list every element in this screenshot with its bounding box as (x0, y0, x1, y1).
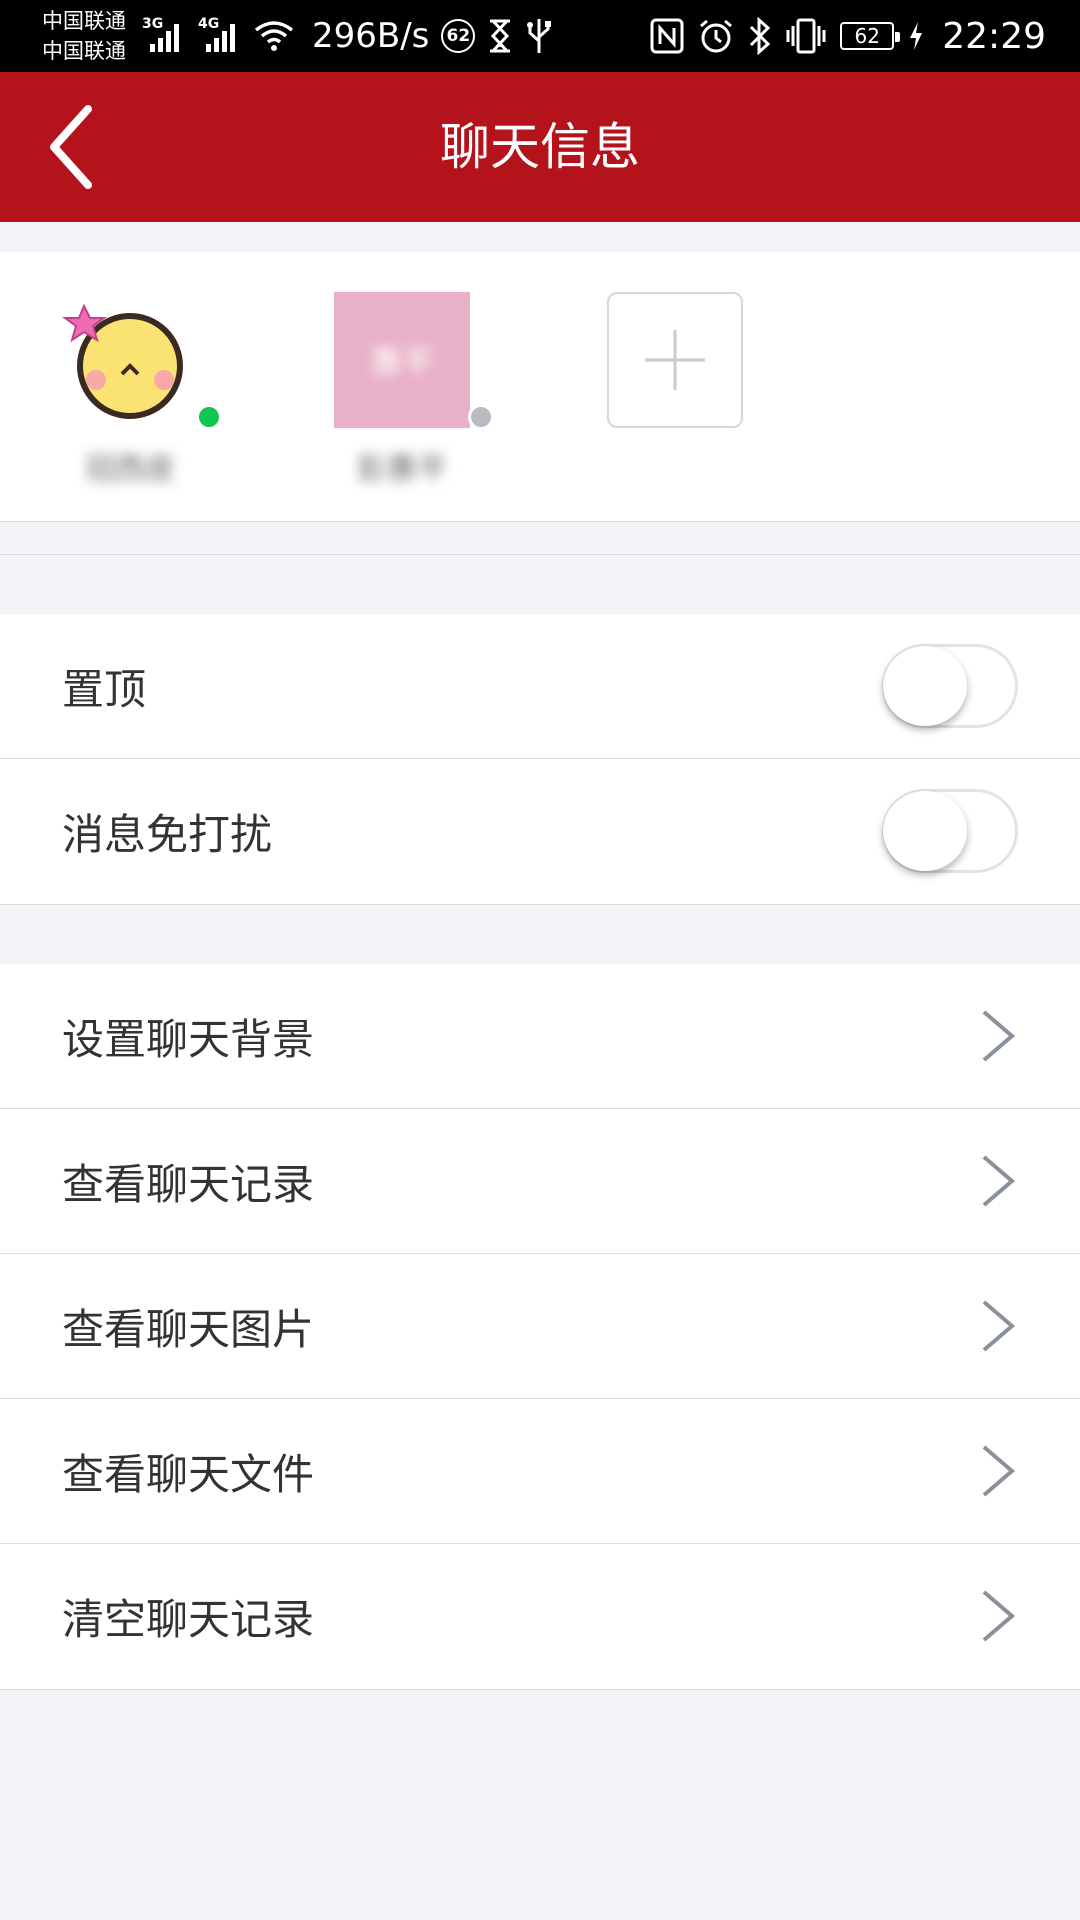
online-status-dot (196, 404, 222, 430)
view-history-row[interactable]: 查看聊天记录 (0, 1109, 1080, 1254)
members-panel: 冠西皮 惠平 彭惠平 (0, 252, 1080, 522)
row-label: 置顶 (62, 664, 147, 714)
toggle-knob (883, 791, 967, 871)
avatar-image: 惠平 (334, 292, 470, 428)
alarm-icon (700, 19, 733, 53)
hourglass-icon (490, 19, 511, 53)
chevron-right-icon (982, 1010, 1016, 1062)
avatar-text: 惠平 (369, 343, 434, 381)
vibrate-icon (786, 18, 826, 54)
row-label: 查看聊天图片 (62, 1304, 315, 1354)
app-header: 聊天信息 (0, 72, 1080, 222)
clear-history-row[interactable]: 清空聊天记录 (0, 1544, 1080, 1689)
network-speed: 296B/s (312, 16, 430, 56)
row-label: 设置聊天背景 (62, 1014, 315, 1064)
add-member-button[interactable] (607, 292, 743, 428)
avatar[interactable] (61, 292, 222, 430)
battery-icon: 62 (840, 22, 901, 50)
signal-4g-icon: 4G (198, 16, 242, 56)
bluetooth-icon (750, 17, 771, 55)
carrier-2: 中国联通 (42, 39, 126, 63)
member-name: 冠西皮 (85, 452, 175, 487)
view-images-row[interactable]: 查看聊天图片 (0, 1254, 1080, 1399)
carrier-labels: 中国联通 中国联通 (42, 6, 126, 66)
clock: 22:29 (942, 15, 1046, 57)
chevron-left-icon (50, 105, 92, 189)
chevron-right-icon (982, 1590, 1016, 1642)
offline-status-dot (468, 404, 494, 430)
status-bar: 中国联通 中国联通 3G 4G 296B/s 62 62 22:29 (0, 0, 1080, 72)
avatar[interactable]: 惠平 (334, 292, 494, 430)
toggle-section: 置顶 消息免打扰 (0, 614, 1080, 905)
row-label: 查看聊天记录 (62, 1159, 315, 1209)
row-label: 查看聊天文件 (62, 1449, 315, 1499)
member-item[interactable]: 冠西皮 (61, 292, 222, 488)
member-item[interactable]: 惠平 彭惠平 (334, 292, 494, 488)
wifi-icon (254, 21, 294, 51)
notification-badge: 62 (441, 19, 476, 53)
row-label: 清空聊天记录 (62, 1595, 315, 1644)
plus-icon (645, 330, 705, 390)
toggle-knob (883, 646, 967, 726)
menu-section: 设置聊天背景 查看聊天记录 查看聊天图片 查看聊天文件 清空聊天记录 (0, 964, 1080, 1690)
back-button[interactable] (30, 100, 110, 194)
mute-toggle[interactable] (882, 789, 1018, 873)
page-title: 聊天信息 (440, 118, 640, 176)
status-left-icons: 3G 4G 296B/s 62 (142, 14, 553, 58)
set-background-row[interactable]: 设置聊天背景 (0, 964, 1080, 1109)
charging-icon (910, 22, 923, 50)
member-name: 彭惠平 (357, 452, 447, 487)
pin-chat-row[interactable]: 置顶 (0, 614, 1080, 759)
chick-avatar-icon (61, 303, 183, 419)
battery-level: 62 (854, 24, 880, 48)
chevron-right-icon (982, 1155, 1016, 1207)
chevron-right-icon (982, 1300, 1016, 1352)
signal-3g-icon: 3G (142, 16, 186, 56)
view-files-row[interactable]: 查看聊天文件 (0, 1399, 1080, 1544)
nfc-icon (650, 18, 684, 54)
usb-icon (527, 19, 552, 53)
chevron-right-icon (982, 1445, 1016, 1497)
status-right-icons: 62 22:29 (650, 14, 1046, 58)
section-divider (0, 554, 1080, 555)
mute-row[interactable]: 消息免打扰 (0, 759, 1080, 904)
pin-toggle[interactable] (882, 644, 1018, 728)
carrier-1: 中国联通 (42, 9, 126, 33)
row-label: 消息免打扰 (62, 810, 273, 859)
